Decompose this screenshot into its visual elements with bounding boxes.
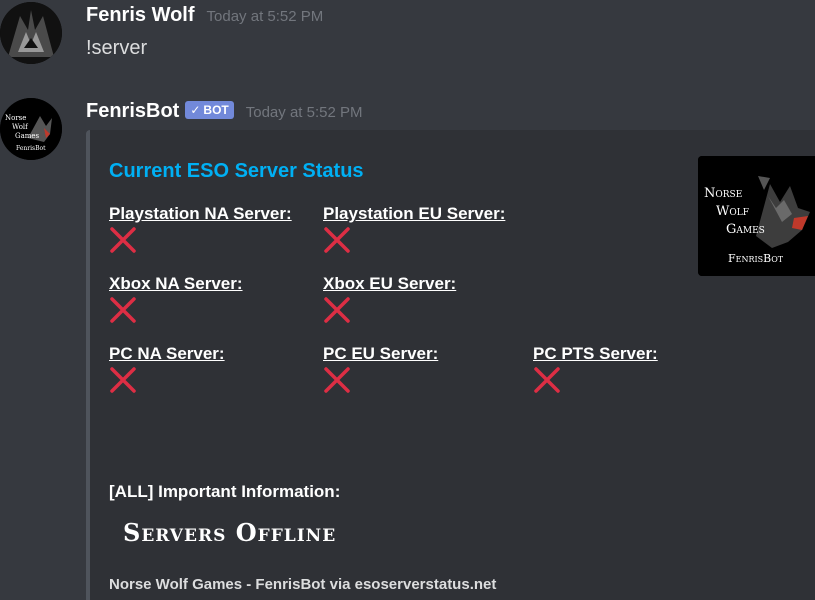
cross-mark-icon [109,366,225,396]
field-xbox-eu: Xbox EU Server: [323,274,456,326]
avatar-text-4: FenrisBot [16,145,46,152]
embed-footer: Norse Wolf Games - FenrisBot via esoserv… [109,576,497,593]
field-name: Playstation EU Server: [323,204,506,223]
message-fenris-wolf: Fenris Wolf Today at 5:52 PM !server [0,0,815,80]
embed-thumbnail[interactable]: Norse Wolf Games FenrisBot [698,156,815,276]
checkmark-icon: ✓ [190,103,201,117]
field-name: Xbox NA Server: [109,274,243,293]
field-pc-na: PC NA Server: [109,344,225,396]
message-timestamp: Today at 5:52 PM [245,104,363,121]
thumb-text-norse: Norse [704,186,743,201]
avatar-fenris-wolf[interactable] [0,2,62,64]
cross-mark-icon [109,226,292,256]
thumb-text-fenrisbot: FenrisBot [728,252,784,265]
bot-badge-label: BOT [203,103,229,117]
embed-title[interactable]: Current ESO Server Status [109,160,364,183]
field-name: Playstation NA Server: [109,204,292,223]
avatar-text-2: Wolf [12,123,28,131]
avatar-fenrisbot[interactable]: Norse Wolf Games FenrisBot [0,98,62,160]
field-name: Xbox EU Server: [323,274,457,293]
server-status-embed: Current ESO Server Status Playstation NA… [86,130,815,600]
field-pc-pts: PC PTS Server: [533,344,658,396]
field-name: PC PTS Server: [533,344,658,363]
field-ps-na: Playstation NA Server: [109,204,292,256]
bot-badge: ✓ BOT [185,101,234,119]
thumb-text-wolf: Wolf [716,204,749,219]
message-timestamp: Today at 5:52 PM [206,8,324,25]
cross-mark-icon [323,296,456,326]
avatar-text-3: Games [15,132,40,140]
field-name: PC NA Server: [109,344,225,363]
cross-mark-icon [323,226,505,256]
field-pc-eu: PC EU Server: [323,344,438,396]
avatar-text-1: Norse [5,114,27,122]
thumb-text-games: Games [726,222,765,237]
message-content: !server [86,37,148,59]
cross-mark-icon [323,366,438,396]
cross-mark-icon [109,296,243,326]
field-ps-eu: Playstation EU Server: [323,204,505,256]
servers-offline-image[interactable]: Servers Offline [123,518,336,547]
author-name[interactable]: Fenris Wolf [86,4,195,27]
author-name[interactable]: FenrisBot [86,100,179,123]
important-info-label: [ALL] Important Information: [109,482,341,501]
field-xbox-na: Xbox NA Server: [109,274,243,326]
field-name: PC EU Server: [323,344,439,363]
cross-mark-icon [533,366,658,396]
